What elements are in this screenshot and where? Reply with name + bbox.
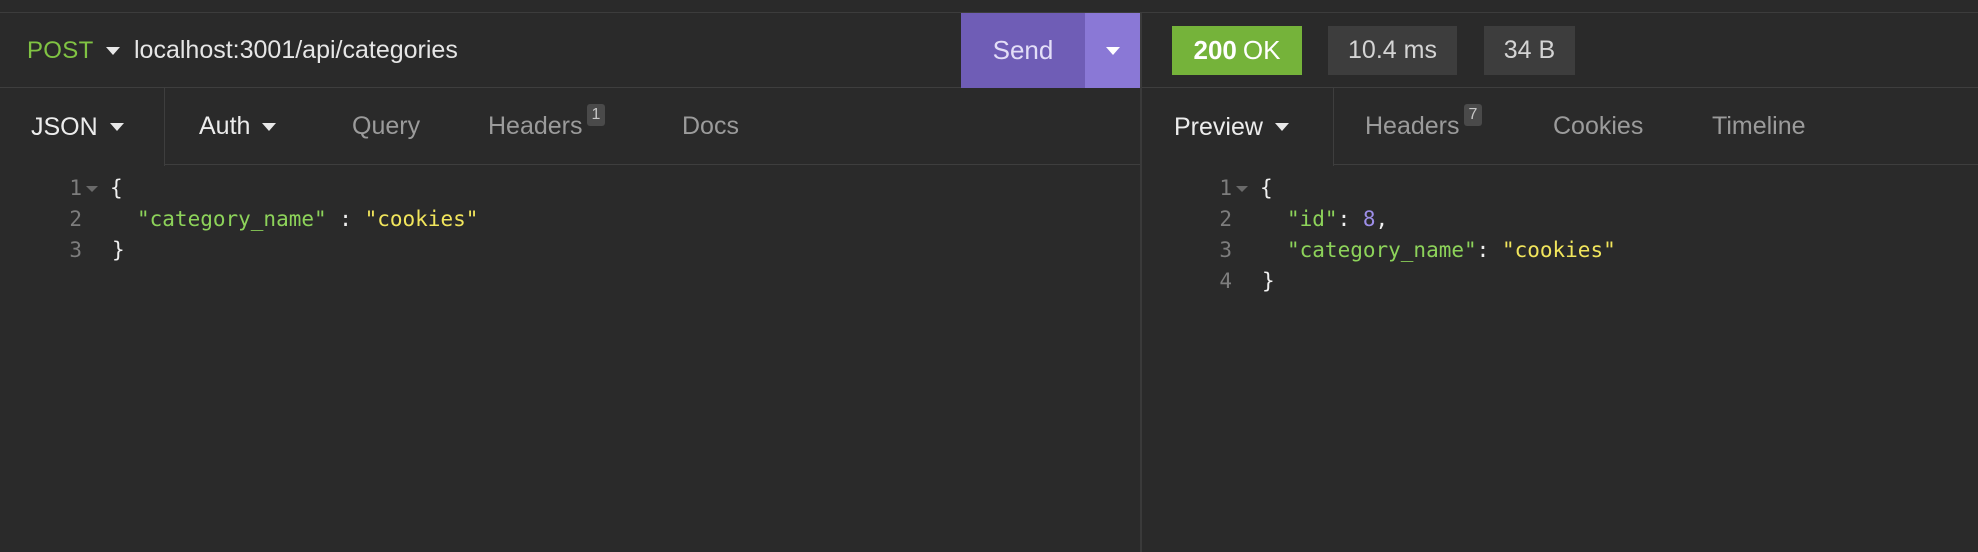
url-bar: POST localhost:3001/api/categories Send	[0, 13, 1140, 88]
app-window: POST localhost:3001/api/categories Send …	[0, 0, 1978, 552]
tab-response-headers[interactable]: Headers 7	[1365, 88, 1483, 165]
tab-label: Cookies	[1553, 112, 1644, 140]
tab-headers[interactable]: Headers 1	[488, 88, 606, 165]
status-text: OK	[1242, 35, 1281, 65]
json-number: 8	[1362, 207, 1376, 231]
tab-body-json[interactable]: JSON	[0, 88, 165, 166]
tab-label: Timeline	[1712, 112, 1806, 140]
headers-count-badge: 1	[586, 103, 606, 126]
response-size: 34 B	[1484, 26, 1575, 75]
status-badge: 200 OK	[1172, 26, 1302, 75]
url-input[interactable]: localhost:3001/api/categories	[134, 13, 954, 88]
method-selector[interactable]: POST	[27, 13, 120, 88]
method-label: POST	[27, 36, 94, 64]
top-strip	[0, 0, 1978, 13]
line-number: 2	[69, 207, 82, 231]
caret-down-icon	[109, 123, 124, 131]
json-separator: :	[1337, 207, 1363, 231]
response-body-viewer[interactable]: 1 { 2 "id": 8, 3 "category_name": "cooki…	[1210, 173, 1616, 297]
json-separator: :	[326, 207, 365, 231]
json-string: "cookies"	[1501, 238, 1616, 262]
tab-label: Headers	[488, 112, 583, 140]
line-number: 1	[1219, 176, 1232, 200]
tab-label: Docs	[682, 112, 739, 140]
line-number: 3	[1219, 238, 1232, 262]
code-text: }	[112, 238, 125, 262]
code-text: "category_name": "cookies"	[1287, 235, 1616, 266]
tab-auth[interactable]: Auth	[199, 88, 277, 165]
caret-down-icon	[262, 122, 277, 131]
tab-label: Preview	[1174, 112, 1263, 141]
line-number: 1	[69, 176, 82, 200]
request-pane: POST localhost:3001/api/categories Send …	[0, 13, 1140, 552]
tab-label: JSON	[31, 112, 98, 141]
json-key: "category_name"	[1287, 238, 1477, 262]
send-button[interactable]: Send	[961, 13, 1085, 88]
code-line: 2 "category_name" : "cookies"	[60, 204, 478, 235]
response-tabs: Preview Headers 7 Cookies Timeline	[1142, 88, 1978, 166]
request-body-editor[interactable]: 1 { 2 "category_name" : "cookies" 3 }	[60, 173, 478, 266]
tab-label: Auth	[199, 112, 251, 140]
code-line: 1 {	[1210, 173, 1616, 204]
code-text: "category_name" : "cookies"	[137, 204, 478, 235]
send-options-button[interactable]	[1085, 13, 1140, 88]
line-number: 3	[69, 238, 82, 262]
code-text: {	[1260, 176, 1273, 200]
code-text: }	[1262, 269, 1275, 293]
tab-query[interactable]: Query	[352, 88, 420, 165]
code-text: {	[110, 176, 123, 200]
caret-down-icon	[105, 46, 120, 55]
code-line: 3 "category_name": "cookies"	[1210, 235, 1616, 266]
code-line: 4 }	[1210, 266, 1616, 297]
tab-docs[interactable]: Docs	[682, 88, 739, 165]
tab-timeline[interactable]: Timeline	[1712, 88, 1806, 165]
tab-label: Headers	[1365, 112, 1460, 140]
response-time: 10.4 ms	[1328, 26, 1457, 75]
fold-caret-icon[interactable]	[86, 186, 98, 192]
json-string: "cookies"	[364, 207, 479, 231]
response-status-bar: 200 OK 10.4 ms 34 B	[1142, 13, 1978, 88]
tab-preview[interactable]: Preview	[1142, 88, 1334, 166]
response-pane: 200 OK 10.4 ms 34 B Preview Headers 7 Co…	[1142, 13, 1978, 552]
fold-caret-icon[interactable]	[1236, 186, 1248, 192]
status-code: 200	[1193, 35, 1237, 65]
request-tabs: JSON Auth Query Headers 1 Docs	[0, 88, 1140, 166]
line-number: 4	[1219, 269, 1232, 293]
headers-count-badge: 7	[1463, 103, 1483, 126]
tab-cookies[interactable]: Cookies	[1553, 88, 1643, 165]
line-number: 2	[1219, 207, 1232, 231]
caret-down-icon	[1105, 46, 1120, 55]
code-line: 3 }	[60, 235, 478, 266]
tab-label: Query	[352, 112, 421, 140]
code-text: "id": 8,	[1287, 204, 1388, 235]
json-trailing-comma: ,	[1375, 207, 1389, 231]
code-line: 2 "id": 8,	[1210, 204, 1616, 235]
json-key: "id"	[1287, 207, 1338, 231]
json-separator: :	[1476, 238, 1502, 262]
caret-down-icon	[1274, 123, 1289, 131]
json-key: "category_name"	[137, 207, 327, 231]
code-line: 1 {	[60, 173, 478, 204]
